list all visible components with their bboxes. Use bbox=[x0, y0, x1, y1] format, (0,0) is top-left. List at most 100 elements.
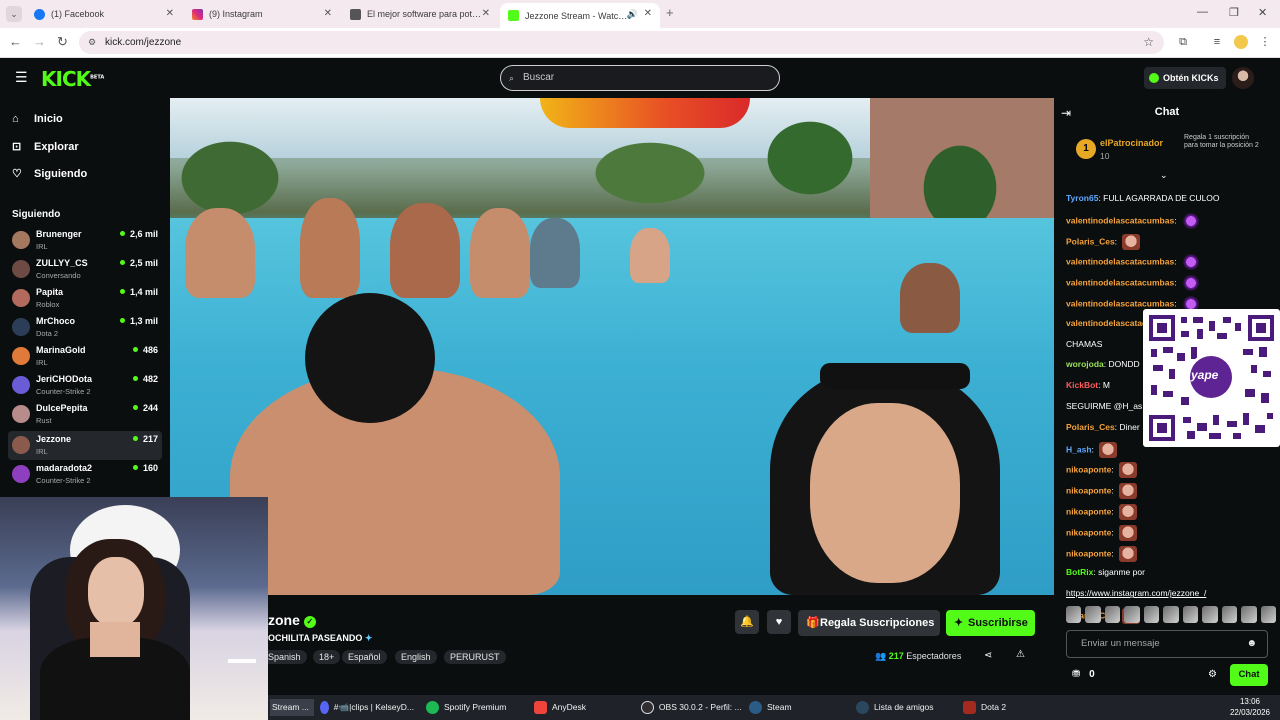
hamburger-menu-icon[interactable]: ☰ bbox=[15, 69, 28, 86]
chat-username[interactable]: valentinodelascatac bbox=[1066, 318, 1147, 328]
taskbar-anydesk[interactable]: AnyDesk bbox=[534, 699, 586, 716]
close-icon[interactable]: ✕ bbox=[644, 8, 652, 19]
chat-username[interactable]: H_ash bbox=[1066, 444, 1092, 454]
report-icon[interactable]: ⚠ bbox=[1016, 649, 1025, 660]
chat-username[interactable]: nikoaponte bbox=[1066, 485, 1111, 495]
tab-instagram[interactable]: (9) Instagram ✕ bbox=[184, 3, 340, 25]
following-item-jezzone[interactable]: Jezzone IRL 217 bbox=[8, 431, 162, 460]
tab-search-icon[interactable]: ⌄ bbox=[6, 6, 22, 22]
reload-icon[interactable]: ↻ bbox=[57, 34, 68, 50]
following-item-mrchoco[interactable]: MrChoco Dota 2 1,3 mil bbox=[8, 313, 162, 342]
emote-picker-icon[interactable] bbox=[1182, 606, 1199, 623]
forward-icon[interactable]: → bbox=[33, 34, 46, 49]
kicks-balance[interactable]: ⛃ 0 bbox=[1072, 669, 1095, 680]
emote-picker-icon[interactable] bbox=[1202, 606, 1218, 623]
chat-username[interactable]: nikoaponte bbox=[1066, 548, 1111, 558]
tab-software[interactable]: El mejor software para potenciar ✕ bbox=[342, 3, 498, 25]
video-player[interactable] bbox=[170, 98, 1054, 595]
tag-espanol[interactable]: Español bbox=[342, 650, 387, 664]
emote-picker-icon[interactable] bbox=[1163, 606, 1179, 623]
chat-username[interactable]: BotRix bbox=[1066, 567, 1093, 577]
emote-picker-icon[interactable] bbox=[1260, 606, 1276, 623]
chat-username[interactable]: valentinodelascatacumbas bbox=[1066, 277, 1174, 287]
search-input[interactable]: ⌕ Buscar bbox=[500, 65, 780, 91]
following-item-madaradota2[interactable]: madaradota2 Counter-Strike 2 160 bbox=[8, 460, 162, 489]
menu-dots-icon[interactable]: ⋮ bbox=[1258, 35, 1272, 49]
subscribe-button[interactable]: ✦ Suscribirse bbox=[946, 610, 1035, 636]
close-icon[interactable]: ✕ bbox=[482, 8, 490, 19]
tab-jezzone[interactable]: Jezzone Stream - Watch Live 🔊 ✕ bbox=[500, 3, 660, 28]
close-icon[interactable]: ✕ bbox=[166, 8, 174, 19]
nav-explorar[interactable]: ⊡ Explorar bbox=[12, 140, 79, 153]
emote-picker-icon[interactable] bbox=[1143, 606, 1160, 623]
follow-heart-button[interactable]: ♥ bbox=[767, 610, 791, 634]
pinned-gifter[interactable]: 1 elPatrocinador 10 Regala 1 suscripción… bbox=[1076, 134, 1266, 170]
following-item-zullyy[interactable]: ZULLYY_CS Conversando 2,5 mil bbox=[8, 255, 162, 284]
emote-picker-icon[interactable] bbox=[1066, 606, 1082, 623]
chat-settings-icon[interactable]: ⚙ bbox=[1208, 669, 1217, 680]
chat-username[interactable]: nikoaponte bbox=[1066, 527, 1111, 537]
chat-input[interactable]: Enviar un mensaje ☻ bbox=[1066, 630, 1268, 658]
close-window-icon[interactable]: ✕ bbox=[1258, 6, 1267, 19]
emote-picker-icon[interactable] bbox=[1104, 606, 1121, 623]
chat-send-button[interactable]: Chat bbox=[1230, 664, 1268, 686]
tab-facebook[interactable]: (1) Facebook ✕ bbox=[26, 3, 182, 25]
emoji-icon[interactable]: ☻ bbox=[1246, 631, 1257, 657]
chat-username[interactable]: valentinodelascatacumbas bbox=[1066, 257, 1174, 267]
system-clock[interactable]: 13:06 22/03/2026 bbox=[1230, 696, 1270, 718]
back-icon[interactable]: ← bbox=[9, 34, 22, 49]
emote-picker-icon[interactable] bbox=[1241, 606, 1257, 623]
following-item-papita[interactable]: Papita Roblox 1,4 mil bbox=[8, 284, 162, 313]
chat-username[interactable]: valentinodelascatacumbas bbox=[1066, 215, 1174, 225]
emote-picker-icon[interactable] bbox=[1085, 606, 1101, 623]
get-kicks-button[interactable]: Obtén KICKs bbox=[1144, 67, 1226, 89]
taskbar-friends[interactable]: Lista de amigos bbox=[856, 699, 934, 716]
minimize-icon[interactable]: — bbox=[1197, 6, 1208, 18]
chat-username[interactable]: Tyron65 bbox=[1066, 193, 1098, 203]
expand-pins-icon[interactable]: ⌄ bbox=[1160, 170, 1168, 181]
taskbar-obs[interactable]: OBS 30.0.2 - Perfil: ... bbox=[641, 699, 741, 716]
tag-english[interactable]: English bbox=[395, 650, 437, 664]
site-info-icon[interactable]: ⚙ bbox=[88, 31, 96, 54]
emote-picker-icon[interactable] bbox=[1221, 606, 1238, 623]
kick-logo[interactable]: KICKBETA bbox=[41, 67, 104, 91]
following-item-dulcepepita[interactable]: DulcePepita Rust 244 bbox=[8, 400, 162, 429]
user-avatar[interactable] bbox=[1232, 67, 1254, 89]
chat-username[interactable]: nikoaponte bbox=[1066, 465, 1111, 475]
chat-username[interactable]: KickBot bbox=[1066, 380, 1098, 390]
new-tab-button[interactable]: + bbox=[666, 5, 674, 20]
following-item-jerichodota[interactable]: JeriCHODota Counter-Strike 2 482 bbox=[8, 371, 162, 400]
url-field[interactable]: ⚙ kick.com/jezzone ☆ bbox=[79, 31, 1164, 54]
channel-name[interactable]: zone ✓ bbox=[268, 612, 316, 628]
extensions-icon[interactable]: ⧉ bbox=[1176, 35, 1190, 49]
chat-text: FULL AGARRADA DE CULOO bbox=[1103, 193, 1220, 203]
notifications-bell-button[interactable]: 🔔 bbox=[735, 610, 759, 634]
following-item-brunenger[interactable]: Brunenger IRL 2,6 mil bbox=[8, 226, 162, 255]
chat-text[interactable]: https://www.instagram.com/jezzone_/ bbox=[1066, 588, 1206, 598]
taskbar-spotify[interactable]: Spotify Premium bbox=[426, 699, 506, 716]
chat-username[interactable]: valentinodelascatacumbas bbox=[1066, 298, 1174, 308]
chat-username[interactable]: Polaris_Ces bbox=[1066, 422, 1115, 432]
media-controls-icon[interactable]: ≡ bbox=[1210, 35, 1224, 49]
restore-icon[interactable]: ❐ bbox=[1229, 6, 1239, 19]
audio-icon[interactable]: 🔊 bbox=[627, 9, 638, 20]
close-icon[interactable]: ✕ bbox=[324, 8, 332, 19]
tag-perurust[interactable]: PERURUST bbox=[444, 650, 506, 664]
chat-username[interactable]: Polaris_Ces bbox=[1066, 236, 1115, 246]
nav-inicio[interactable]: ⌂ Inicio bbox=[12, 113, 63, 125]
tag-spanish[interactable]: Spanish bbox=[262, 650, 307, 664]
bookmark-star-icon[interactable]: ☆ bbox=[1143, 31, 1154, 54]
taskbar-steam[interactable]: Steam bbox=[749, 699, 792, 716]
nav-siguiendo[interactable]: ♡ Siguiendo bbox=[12, 167, 87, 180]
taskbar-stream[interactable]: Stream ... bbox=[270, 699, 314, 716]
chat-username[interactable]: worojoda bbox=[1066, 359, 1104, 369]
gift-subscriptions-button[interactable]: 🎁 Regala Suscripciones bbox=[798, 610, 940, 636]
taskbar-dota2[interactable]: Dota 2 bbox=[963, 699, 1006, 716]
tag-18plus[interactable]: 18+ bbox=[313, 650, 341, 664]
emote-picker-icon[interactable] bbox=[1124, 606, 1140, 623]
share-icon[interactable]: ⋖ bbox=[984, 650, 992, 661]
taskbar-discord[interactable]: #📹|clips | KelseyD... bbox=[320, 699, 414, 716]
chat-username[interactable]: nikoaponte bbox=[1066, 506, 1111, 516]
following-item-marinagold[interactable]: MarinaGold IRL 486 bbox=[8, 342, 162, 371]
profile-extension-icon[interactable] bbox=[1234, 35, 1248, 49]
